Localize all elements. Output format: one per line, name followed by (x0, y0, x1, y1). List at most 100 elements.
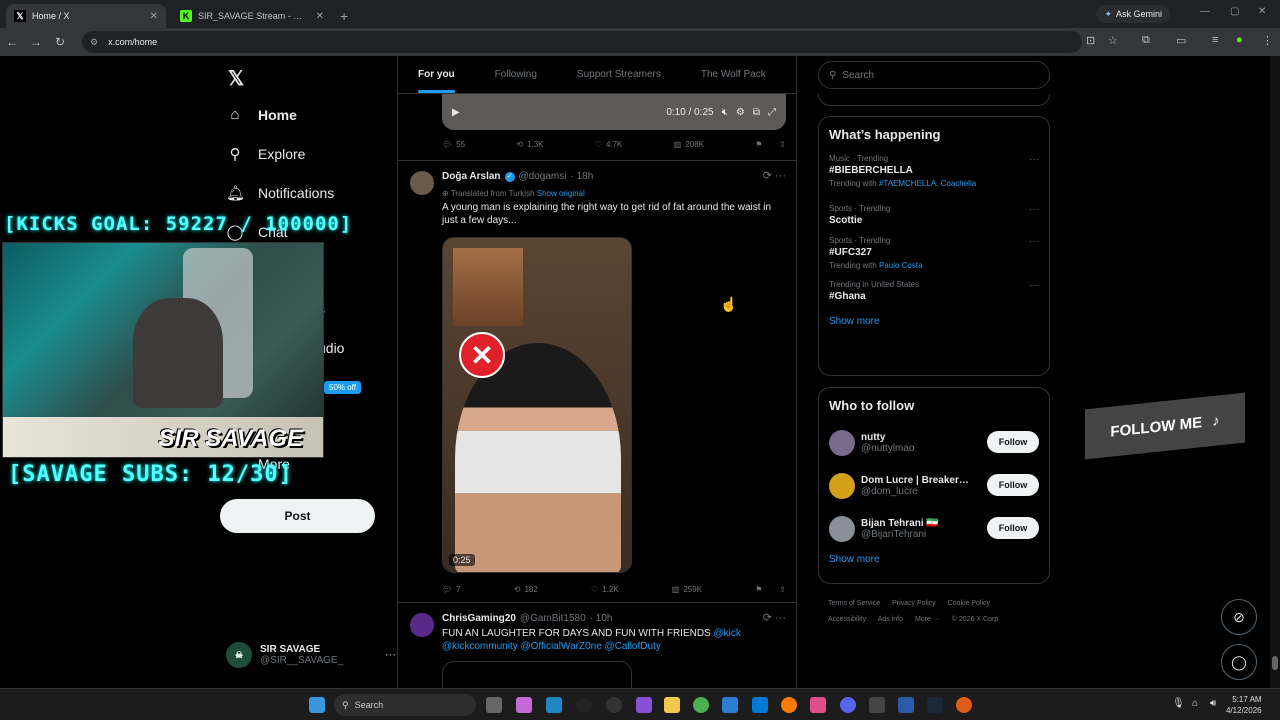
mute-icon[interactable]: 🔇︎ (722, 107, 728, 118)
follow-button[interactable]: Follow (987, 431, 1039, 453)
url-field[interactable]: ⚙ x.com/home (82, 31, 1082, 53)
repost-button[interactable]: ⟲ 182 (514, 585, 538, 594)
clock[interactable]: 5:17 AM 4/12/2026 (1226, 694, 1262, 716)
tweet-time[interactable]: · 18h (570, 171, 593, 182)
reply-button[interactable]: 💬︎ 55 (442, 140, 465, 149)
pip-icon[interactable]: ⧉ (753, 107, 760, 118)
app-icon[interactable] (576, 697, 592, 713)
tab-for-you[interactable]: For you (398, 69, 475, 93)
back-icon[interactable]: ← (0, 35, 24, 49)
trend-with-links[interactable]: Paulo Costa (879, 261, 923, 270)
mention-link[interactable]: @kick (714, 628, 741, 639)
author-name[interactable]: Doğa Arslan (442, 171, 501, 182)
more-dots-icon[interactable]: ··· (1029, 236, 1039, 247)
grok-button[interactable]: ⊘ (1221, 599, 1257, 635)
microphone-icon[interactable]: 🎙︎ (1172, 698, 1185, 709)
copilot-icon[interactable] (516, 697, 532, 713)
messages-button[interactable]: ◯ (1221, 644, 1257, 680)
follow-suggestion[interactable]: Bijan Tehrani 🇮🇷 @BijanTehrani Follow (819, 507, 1049, 550)
tweet-media[interactable] (442, 661, 632, 688)
video-player-controls[interactable]: ▶ 0:10 / 0:25 🔇︎ ⚙ ⧉ ⤢ (442, 94, 786, 130)
avatar[interactable] (829, 472, 855, 499)
more-dots-icon[interactable]: ··· (385, 649, 396, 661)
trend-item[interactable]: Sports · Trending #UFC327 Trending with … (819, 232, 1049, 276)
show-more-link[interactable]: Show more (819, 550, 1049, 577)
more-dots-icon[interactable]: ··· (1029, 280, 1039, 291)
tweet[interactable]: Doğa Arslan ✓ @dogamsi · 18h ⟳ ··· ⊕ Tra… (398, 160, 796, 602)
app-icon[interactable] (606, 697, 622, 713)
show-original-link[interactable]: Show original (537, 189, 585, 198)
views-button[interactable]: ▥ 259K (672, 585, 702, 594)
search-input[interactable]: ⚲ Search (818, 61, 1050, 89)
trend-item[interactable]: Trending in United States #Ghana ··· (819, 276, 1049, 308)
scrollbar[interactable] (1270, 56, 1280, 688)
footer-link[interactable]: Terms of Service (828, 600, 880, 607)
tweet[interactable]: ChrisGaming20 @GamBit1580 · 10h ⟳ ··· FU… (398, 602, 796, 688)
menu-dots-icon[interactable]: ⋮ (1262, 34, 1273, 47)
app-icon[interactable] (546, 697, 562, 713)
repost-button[interactable]: ⟲ 1.3K (516, 140, 543, 149)
tweet-time[interactable]: · 10h (590, 613, 613, 624)
fullscreen-icon[interactable]: ⤢ (768, 107, 776, 118)
file-explorer-icon[interactable] (664, 697, 680, 713)
discord-icon[interactable] (840, 697, 856, 713)
browser-tab-home[interactable]: 𝕏 Home / X ✕ (6, 4, 166, 28)
post-button[interactable]: Post (220, 499, 375, 533)
ask-gemini-button[interactable]: ✦ Ask Gemini (1096, 5, 1170, 23)
bookmark-icon[interactable]: ⚑ (755, 585, 762, 594)
play-icon[interactable]: ▶ (452, 107, 460, 118)
footer-link[interactable]: Privacy Policy (892, 600, 936, 607)
extensions-icon[interactable]: ⧉ (1142, 34, 1150, 47)
author-name[interactable]: ChrisGaming20 (442, 613, 516, 624)
app-icon[interactable] (898, 697, 914, 713)
show-more-link[interactable]: Show more (819, 308, 1049, 339)
mention-links[interactable]: @kickcommunity @OfficialWarZ0ne @CallofD… (442, 641, 661, 652)
more-dots-icon[interactable]: ⟳ ··· (763, 611, 786, 624)
cast-icon[interactable]: ▭ (1176, 34, 1186, 47)
avatar[interactable] (410, 613, 434, 637)
forward-icon[interactable]: → (24, 35, 48, 49)
tab-wolf-pack[interactable]: The Wolf Pack (681, 69, 786, 80)
tab-support-streamers[interactable]: Support Streamers (557, 69, 681, 80)
x-logo-icon[interactable]: 𝕏 (228, 66, 244, 91)
follow-button[interactable]: Follow (987, 517, 1039, 539)
more-dots-icon[interactable]: ··· (1029, 154, 1039, 165)
tweet-video[interactable]: ✕ 0:25 (442, 237, 632, 573)
bookmark-icon[interactable]: ⚑ (755, 140, 762, 149)
tab-following[interactable]: Following (475, 69, 557, 80)
start-icon[interactable] (309, 697, 325, 713)
scrollbar-thumb[interactable] (1272, 656, 1278, 670)
app-icon[interactable] (810, 697, 826, 713)
footer-link[interactable]: More ··· (915, 616, 940, 623)
app-icon[interactable] (636, 697, 652, 713)
minimize-icon[interactable]: — (1200, 6, 1210, 17)
close-window-icon[interactable]: ✕ (1258, 6, 1266, 17)
trend-item[interactable]: Sports · Trending Scottie ··· (819, 200, 1049, 232)
views-button[interactable]: ▥ 208K (674, 140, 704, 149)
avatar[interactable] (829, 515, 855, 542)
follow-button[interactable]: Follow (987, 474, 1039, 496)
like-button[interactable]: ♡ 4.7K (595, 140, 623, 149)
nav-item-notifications[interactable]: 🔔︎ Notifications (226, 184, 334, 202)
media-icon[interactable]: ≡ (1212, 34, 1218, 46)
taskbar-search[interactable]: ⚲ Search (334, 694, 476, 716)
trend-with-links[interactable]: #TAEMCHELLA, Coachella (879, 179, 976, 188)
account-switcher[interactable]: ☠ SIR SAVAGE @SIR__SAVAGE_ ··· (226, 642, 396, 668)
close-tab-icon[interactable]: ✕ (316, 11, 324, 22)
close-tab-icon[interactable]: ✕ (150, 11, 158, 22)
chrome-icon[interactable] (693, 697, 709, 713)
nav-item-home[interactable]: ⌂ Home (226, 106, 296, 123)
author-handle[interactable]: @dogamsi (519, 171, 567, 182)
more-dots-icon[interactable]: ··· (1029, 204, 1039, 215)
app-icon[interactable] (722, 697, 738, 713)
footer-link[interactable]: Cookie Policy (948, 600, 990, 607)
trend-item[interactable]: Music · Trending #BIEBERCHELLA Trending … (819, 150, 1049, 194)
more-dots-icon[interactable]: ⟳ ··· (763, 169, 786, 182)
steam-icon[interactable] (927, 697, 943, 713)
browser-tab-stream[interactable]: K SIR_SAVAGE Stream - Watch Liv ✕ (172, 4, 332, 28)
app-icon[interactable] (956, 697, 972, 713)
share-icon[interactable]: ⇪ (779, 585, 786, 594)
volume-icon[interactable]: 🔊︎ (1210, 698, 1216, 709)
bookmark-star-icon[interactable]: ☆ (1108, 34, 1118, 47)
follow-suggestion[interactable]: nutty @nuttylmao Follow (819, 421, 1049, 464)
